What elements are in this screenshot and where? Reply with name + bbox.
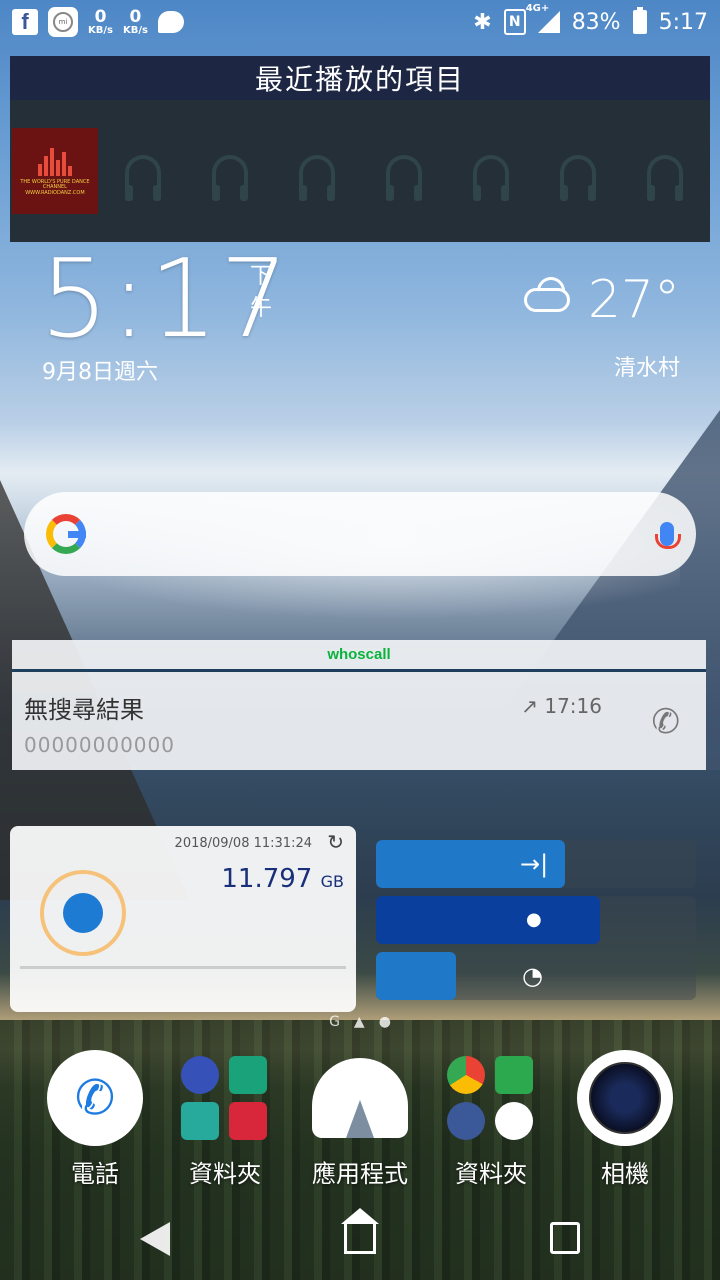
google-page-dot: G [329,1014,340,1030]
recently-played-row: THE WORLD'S PURE DANCE CHANNEL WWW.RADIO… [10,100,710,242]
app-label: 應用程式 [312,1160,408,1188]
toggle-bar-3[interactable]: ◔ [376,952,696,1000]
facebook-icon: f [12,9,38,35]
temperature: 27° [587,270,680,330]
app-label: 相機 [601,1160,649,1188]
toggle-fill [376,896,600,944]
whoscall-call-time: ↗ 17:16 [521,694,602,718]
phone-app[interactable]: ✆ 電話 [30,1050,160,1189]
data-usage-amount: 11.797 GB [221,864,344,894]
empty-slot[interactable] [274,128,361,214]
download-speed-unit: KB/s [122,24,148,36]
network-type: 4G+ [525,3,550,14]
headphones-icon [299,155,336,201]
equalizer-graphic [37,146,72,176]
recently-played-title: 最近播放的項目 [10,56,710,100]
nfc-icon: N [503,9,526,35]
back-button[interactable] [140,1222,170,1256]
data-usage-timestamp: 2018/09/08 11:31:24 [174,836,312,851]
refresh-icon[interactable]: ↻ [327,830,344,854]
apps-drawer-icon [310,1050,410,1146]
headphones-icon [385,155,422,201]
chat-icon [157,11,184,33]
recents-button[interactable] [550,1222,580,1254]
home-button[interactable] [341,1208,379,1254]
radiodanz-logo[interactable]: THE WORLD'S PURE DANCE CHANNEL WWW.RADIO… [12,128,98,214]
recently-played-widget[interactable]: 最近播放的項目 THE WORLD'S PURE DANCE CHANNEL W… [10,56,710,242]
whoscall-brand: whoscall [12,640,706,672]
empty-slot[interactable] [361,128,448,214]
download-speed: 0 KB/s [122,6,148,36]
mi-icon: mi [48,7,78,37]
signal-icon: 4G+ [526,3,560,33]
weather-widget[interactable]: 27° 清水村 [523,270,680,382]
upload-speed: 0 KB/s [88,6,113,36]
battery-percent: 83% [571,9,621,35]
whoscall-widget[interactable]: whoscall 無搜尋結果 00000000000 ↗ 17:16 ✆ [12,640,706,770]
folder-app-1[interactable]: 資料夾 [160,1050,290,1189]
app-label: 資料夾 [189,1160,261,1188]
pie-icon: ◔ [522,962,543,990]
toggle-bar-2[interactable]: ● [376,896,696,944]
folder-app-2[interactable]: 資料夾 [426,1050,556,1189]
microphone-icon[interactable] [655,522,681,549]
empty-slot[interactable] [621,128,708,214]
empty-slot[interactable] [100,128,187,214]
phone-icon: ✆ [47,1050,143,1146]
upload-speed-value: 0 [94,6,107,27]
camera-icon [577,1050,673,1146]
camera-app[interactable]: 相機 [560,1050,690,1189]
data-usage-unit: GB [320,872,344,891]
empty-slot[interactable] [447,128,534,214]
battery-icon [632,7,647,34]
download-speed-value: 0 [129,6,142,27]
phone-call-icon[interactable]: ✆ [652,702,681,742]
empty-slot[interactable] [534,128,621,214]
folder-icon [441,1050,541,1146]
app-dock: ✆ 電話 資料夾 應用程式 資料夾 相機 [0,1050,720,1190]
whoscall-number: 00000000000 [24,733,175,757]
page-dot: ● [378,1014,391,1030]
folder-icon [175,1050,275,1146]
data-usage-widget[interactable]: 2018/09/08 11:31:24 ↻ 11.797 GB [10,826,356,1012]
status-time: 5:17 [658,9,708,35]
station-caption: THE WORLD'S PURE DANCE CHANNEL WWW.RADIO… [20,178,90,196]
data-usage-value: 11.797 [221,864,313,894]
headphones-icon [559,155,596,201]
cloud-icon [523,288,570,312]
google-search-bar[interactable] [24,492,696,576]
toggle-bar-1[interactable]: →| [376,840,696,888]
clock-ampm: 下午 [250,264,273,321]
clock-widget[interactable]: 5:17 下午 9月8日週六 [40,246,291,386]
status-bar: f mi 0 KB/s 0 KB/s ✱ N 4G+ 83% 5:17 [0,0,720,44]
quick-toggles: →| ● ◔ [376,840,696,1008]
headphones-icon [646,155,683,201]
bubbles-icon: ● [526,909,542,930]
navigation-bar [0,1200,720,1280]
home-page-dot: ▲ [353,1014,365,1030]
google-g-icon [46,514,86,554]
weather-location: 清水村 [613,356,680,381]
empty-slot[interactable] [187,128,274,214]
headphones-icon [212,155,249,201]
arrow-to-line-icon: →| [520,850,549,878]
apps-drawer[interactable]: 應用程式 [295,1050,425,1189]
data-usage-bar [20,966,346,969]
headphones-icon [125,155,162,201]
bluetooth-icon: ✱ [473,9,492,35]
headphones-icon [472,155,509,201]
app-label: 資料夾 [455,1160,527,1188]
carrier-logo-icon [40,870,126,956]
toggle-fill [376,952,456,1000]
upload-speed-unit: KB/s [88,24,113,36]
page-indicator: G ▲ ● [0,1014,720,1030]
app-label: 電話 [71,1160,119,1188]
